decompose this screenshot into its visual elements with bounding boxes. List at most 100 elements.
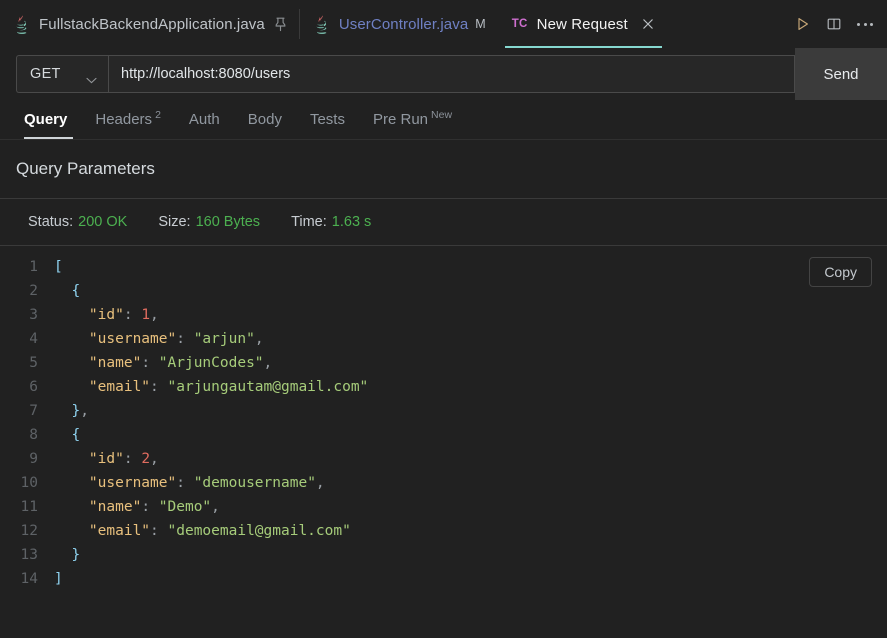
code-line-text: "id": 2, <box>54 447 887 471</box>
status-badge: Status: 200 OK <box>28 214 127 230</box>
code-token-punc: , <box>80 403 89 419</box>
code-token-punc: , <box>254 331 264 347</box>
code-line-text: "username": "arjun", <box>54 327 887 351</box>
code-token-brk: [ <box>54 259 63 275</box>
line-number: 2 <box>29 283 38 299</box>
code-token-punc: : <box>123 307 142 323</box>
code-token-punc: , <box>315 475 325 491</box>
tab-pre-run[interactable]: Pre Run New <box>359 100 466 139</box>
editor-tab-fullstackbackendapplication[interactable]: FullstackBackendApplication.java <box>0 0 300 48</box>
response-body-panel: Copy 1[2 {3 "id": 1, 4 "username": "arjun… <box>0 246 887 638</box>
line-number: 9 <box>29 451 38 467</box>
code-token-key: "email" <box>88 523 151 539</box>
editor-tab-new-request[interactable]: TC New Request <box>499 0 668 48</box>
code-token-punc: , <box>211 499 220 515</box>
modified-indicator: M <box>475 17 486 31</box>
line-number: 8 <box>29 427 38 443</box>
line-number: 7 <box>29 403 38 419</box>
request-tab-bar: Query Headers 2 Auth Body Tests Pre Run … <box>0 100 887 140</box>
code-line: 9 "id": 2, <box>0 447 887 471</box>
code-line: 12 "email": "demoemail@gmail.com" <box>0 519 887 543</box>
code-line-text: [ <box>54 255 887 279</box>
code-token-str: "arjun" <box>193 331 255 347</box>
run-icon[interactable] <box>795 16 811 32</box>
time-label: Time: <box>291 214 327 230</box>
line-number: 1 <box>29 259 38 275</box>
tab-label: Auth <box>188 111 220 128</box>
java-file-icon <box>313 14 330 34</box>
copy-button[interactable]: Copy <box>809 257 872 287</box>
code-token-str: "arjungautam@gmail.com" <box>167 379 369 395</box>
tab-body[interactable]: Body <box>234 100 296 139</box>
split-editor-icon[interactable] <box>826 16 842 32</box>
tab-bar-actions <box>789 0 887 48</box>
tab-auth[interactable]: Auth <box>175 100 234 139</box>
headers-count-badge: 2 <box>155 108 161 121</box>
tab-label: Body <box>247 111 282 128</box>
code-line-text: { <box>54 279 887 303</box>
http-method-select[interactable]: GET <box>16 55 108 93</box>
code-token-brk: { <box>71 283 81 299</box>
http-method-label: GET <box>30 66 61 82</box>
tab-label: Pre Run <box>372 111 429 128</box>
editor-tab-usercontroller[interactable]: UserController.java M <box>300 0 499 48</box>
line-number: 13 <box>20 547 38 563</box>
tab-tests[interactable]: Tests <box>296 100 359 139</box>
code-line: 3 "id": 1, <box>0 303 887 327</box>
line-number: 4 <box>29 331 38 347</box>
size-badge: Size: 160 Bytes <box>158 214 260 230</box>
response-body-code[interactable]: 1[2 {3 "id": 1, 4 "username": "arjun", 5 "… <box>0 246 887 591</box>
editor-tab-label: New Request <box>536 15 628 33</box>
code-token-num: 1 <box>141 307 151 323</box>
request-url-row: GET http://localhost:8080/users Send <box>0 48 887 100</box>
more-actions-icon[interactable] <box>857 15 873 33</box>
tab-headers[interactable]: Headers 2 <box>81 100 175 139</box>
code-token-punc: : <box>150 379 168 395</box>
app-root: FullstackBackendApplication.java UserCon… <box>0 0 887 638</box>
tab-query[interactable]: Query <box>16 100 81 139</box>
code-token-punc: : <box>176 331 194 347</box>
code-line-text: "email": "arjungautam@gmail.com" <box>54 375 887 399</box>
code-line-text: "id": 1, <box>54 303 887 327</box>
code-token-brk: { <box>71 427 81 443</box>
send-button[interactable]: Send <box>795 48 887 100</box>
code-token-punc: : <box>141 499 159 515</box>
status-label: Status: <box>28 214 74 230</box>
code-line: 10 "username": "demousername", <box>0 471 887 495</box>
size-label: Size: <box>158 214 191 230</box>
code-token-punc: : <box>123 451 142 467</box>
code-token-key: "email" <box>88 379 151 395</box>
code-line: 7 }, <box>0 399 887 423</box>
line-number: 5 <box>29 355 38 371</box>
line-number: 6 <box>29 379 38 395</box>
editor-tab-label: FullstackBackendApplication.java <box>39 15 265 33</box>
code-line: 6 "email": "arjungautam@gmail.com" <box>0 375 887 399</box>
url-input[interactable]: http://localhost:8080/users <box>108 55 795 93</box>
code-line: 8 { <box>0 423 887 447</box>
code-line-text: { <box>54 423 887 447</box>
code-token-punc: , <box>150 451 159 467</box>
tab-label: Headers <box>95 111 153 128</box>
query-parameters-section: Query Parameters <box>0 140 887 199</box>
code-line: 4 "username": "arjun", <box>0 327 887 351</box>
code-line-text: "name": "Demo", <box>54 495 887 519</box>
code-token-key: "name" <box>88 499 142 515</box>
code-token-str: "demoemail@gmail.com" <box>167 523 351 539</box>
close-icon[interactable] <box>641 17 655 31</box>
line-number: 3 <box>29 307 38 323</box>
code-token-punc: , <box>150 307 159 323</box>
code-token-num: 2 <box>141 451 151 467</box>
chevron-down-icon <box>86 71 97 83</box>
code-line: 2 { <box>0 279 887 303</box>
code-line-text: "username": "demousername", <box>54 471 887 495</box>
code-token-punc: : <box>141 355 159 371</box>
code-line: 11 "name": "Demo", <box>0 495 887 519</box>
code-line: 1[ <box>0 255 887 279</box>
pre-run-new-badge: New <box>431 108 453 121</box>
code-line-text: "email": "demoemail@gmail.com" <box>54 519 887 543</box>
status-value: 200 OK <box>78 214 128 230</box>
pin-icon[interactable] <box>274 17 287 32</box>
line-number: 14 <box>20 571 38 587</box>
code-line: 5 "name": "ArjunCodes", <box>0 351 887 375</box>
tab-bar-spacer <box>668 0 789 48</box>
